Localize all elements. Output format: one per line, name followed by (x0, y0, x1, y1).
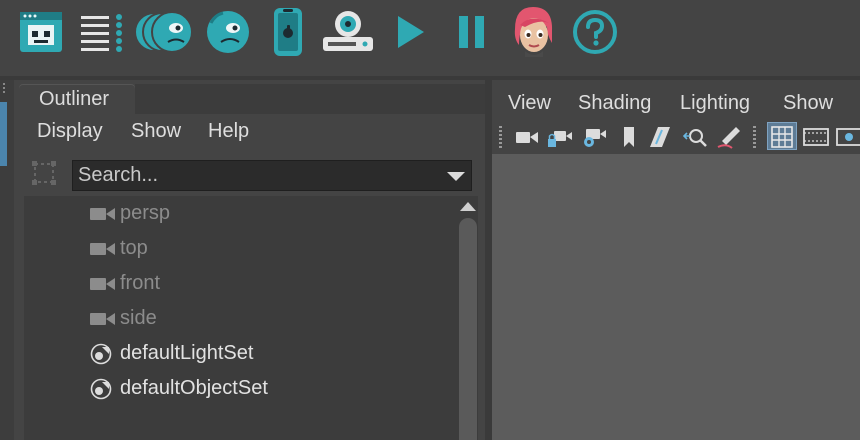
tab-bar-background (135, 84, 485, 114)
menu-display[interactable]: Display (37, 120, 103, 143)
toolbar-separator (753, 126, 756, 148)
list-item-label: top (120, 237, 148, 259)
list-item-label: front (120, 272, 161, 294)
shelf-toolbar (0, 0, 860, 76)
list-item[interactable]: side (24, 301, 454, 336)
list-item-label: side (120, 307, 157, 329)
viewport-panel: View Shading Lighting Show (492, 84, 860, 440)
film-gate-icon[interactable] (803, 124, 829, 150)
drive-icon[interactable] (320, 7, 376, 57)
menu-view[interactable]: View (508, 92, 551, 115)
menu-lighting[interactable]: Lighting (680, 92, 750, 115)
camera-icon (90, 313, 115, 325)
lock-camera-icon[interactable] (546, 124, 572, 150)
outliner-list: persp top front side defaultLightSet def… (24, 196, 478, 440)
list-item[interactable]: defaultObjectSet (24, 371, 454, 406)
list-item-label: defaultObjectSet (120, 377, 268, 399)
grid-icon[interactable] (769, 124, 795, 150)
list-menu-icon[interactable] (76, 7, 126, 57)
list-item-label: defaultLightSet (120, 342, 254, 364)
list-item[interactable]: persp (24, 196, 454, 231)
image-plane-icon[interactable] (648, 124, 674, 150)
list-item[interactable]: top (24, 231, 454, 266)
bookmark-icon[interactable] (616, 124, 642, 150)
face-icon[interactable] (204, 7, 252, 57)
filter-icon[interactable] (30, 158, 58, 188)
camera-icon (90, 243, 115, 255)
multi-faces-icon[interactable] (136, 7, 196, 57)
display-layer-icon[interactable] (16, 7, 66, 57)
camera-icon (90, 208, 115, 220)
search-field[interactable] (72, 160, 472, 191)
camera-icon (90, 278, 115, 290)
scroll-thumb[interactable] (459, 218, 477, 440)
search-input[interactable] (73, 161, 433, 190)
list-item-label: persp (120, 202, 171, 224)
menu-show[interactable]: Show (131, 120, 181, 143)
set-icon (90, 343, 112, 365)
search-dropdown-arrow-icon[interactable] (447, 172, 465, 181)
viewport-toolbar (492, 120, 860, 154)
help-icon[interactable] (570, 7, 620, 57)
phone-icon[interactable] (268, 7, 308, 57)
pause-icon[interactable] (452, 7, 492, 57)
active-tool-indicator[interactable] (0, 102, 7, 166)
pan-zoom-icon[interactable] (682, 124, 708, 150)
play-icon[interactable] (392, 7, 428, 57)
resolution-gate-icon[interactable] (836, 124, 860, 150)
panel-splitter[interactable] (485, 80, 492, 440)
camera-attributes-icon[interactable] (580, 124, 606, 150)
list-item[interactable]: front (24, 266, 454, 301)
outliner-menubar: Display Show Help (19, 114, 485, 150)
viewport-menubar: View Shading Lighting Show (492, 84, 860, 120)
strip-grip-handle[interactable] (3, 83, 5, 95)
menu-shading[interactable]: Shading (578, 92, 651, 115)
outliner-scrollbar[interactable] (457, 196, 478, 440)
set-icon (90, 378, 112, 400)
character-avatar[interactable] (508, 7, 558, 57)
toolbar-grip[interactable] (499, 126, 502, 148)
viewport-canvas[interactable] (492, 154, 860, 440)
search-row (19, 154, 485, 194)
outliner-panel: Outliner Display Show Help pers (19, 80, 485, 440)
tool-box-strip (0, 80, 14, 440)
scroll-up-arrow-icon[interactable] (460, 202, 476, 211)
camera-icon[interactable] (514, 124, 540, 150)
grease-pencil-icon[interactable] (716, 124, 742, 150)
menu-help[interactable]: Help (208, 120, 249, 143)
list-item[interactable]: defaultLightSet (24, 336, 454, 371)
menu-show[interactable]: Show (783, 92, 833, 115)
outliner-tab[interactable]: Outliner (19, 84, 135, 114)
